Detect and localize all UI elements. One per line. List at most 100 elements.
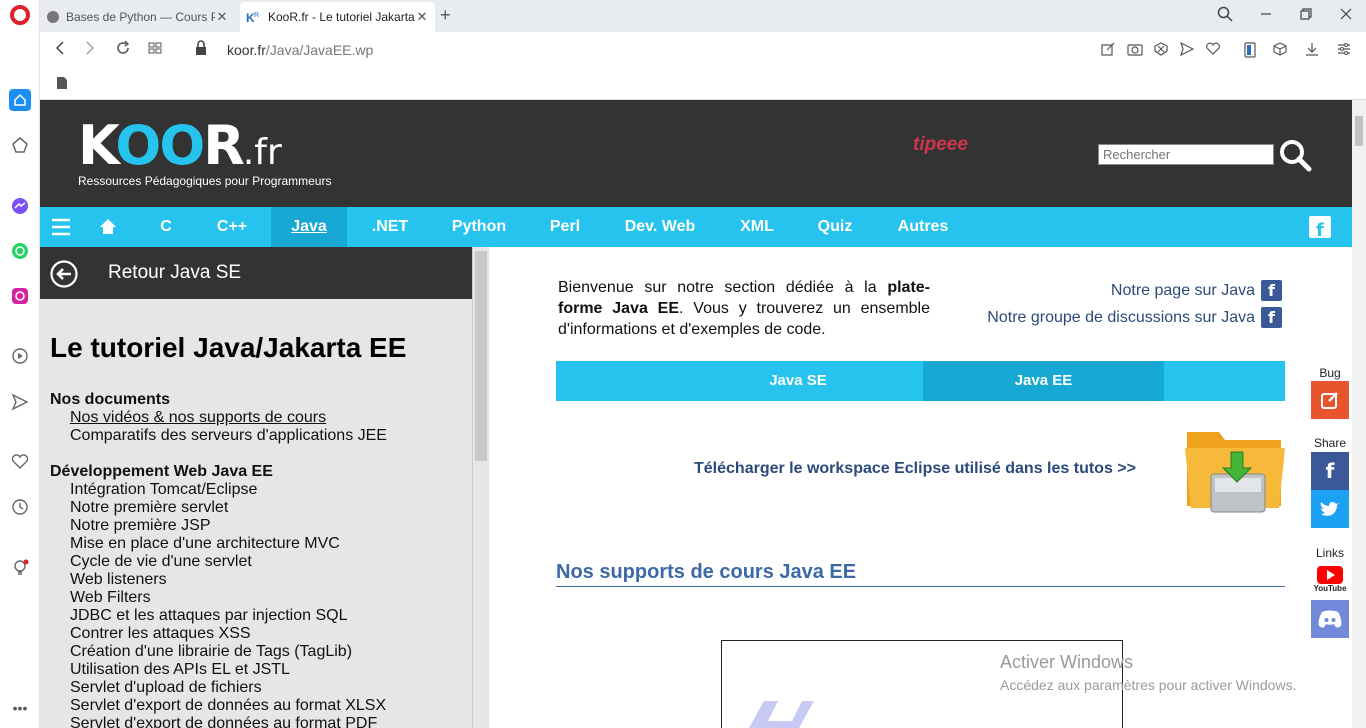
speed-dial-icon[interactable] bbox=[9, 134, 31, 156]
nav-quiz[interactable]: Quiz bbox=[810, 207, 860, 247]
nav-xml[interactable]: XML bbox=[733, 207, 781, 247]
close-icon[interactable]: ✕ bbox=[415, 9, 429, 25]
web-page: KOOR.fr Ressources Pédagogiques pour Pro… bbox=[40, 100, 1352, 728]
youtube-link[interactable]: YouTube bbox=[1311, 562, 1349, 596]
nav-devweb[interactable]: Dev. Web bbox=[618, 207, 702, 247]
reload-icon[interactable] bbox=[115, 40, 131, 61]
bug-report-button[interactable] bbox=[1311, 381, 1349, 419]
facebook-icon[interactable]: f bbox=[1308, 207, 1332, 247]
svg-text:R: R bbox=[254, 12, 259, 19]
nav-cpp[interactable]: C++ bbox=[208, 207, 256, 247]
whatsapp-icon[interactable] bbox=[9, 240, 31, 262]
group-heading: Développement Web Java EE bbox=[50, 463, 273, 480]
back-icon[interactable] bbox=[52, 40, 68, 61]
page-title: Le tutoriel Java/Jakarta EE bbox=[50, 332, 407, 363]
course-preview-graphic bbox=[744, 697, 814, 728]
menu-link[interactable]: Intégration Tomcat/Eclipse bbox=[50, 481, 387, 499]
more-icon[interactable]: ••• bbox=[9, 697, 31, 719]
tab-title: KooR.fr - Le tutoriel Jakarta EE bbox=[268, 10, 415, 24]
menu-link[interactable]: Utilisation des APIs EL et JSTL bbox=[50, 661, 387, 679]
bug-label: Bug bbox=[1319, 366, 1341, 380]
nav-c[interactable]: C bbox=[150, 207, 182, 247]
search-icon[interactable] bbox=[1278, 138, 1312, 172]
edit-page-icon[interactable] bbox=[1101, 42, 1115, 59]
bookmark-heart-icon[interactable] bbox=[1206, 42, 1220, 59]
new-tab-button[interactable]: + bbox=[440, 5, 451, 26]
instagram-icon[interactable] bbox=[9, 285, 31, 307]
lock-icon[interactable] bbox=[194, 40, 208, 61]
url-path: /Java/JavaEE.wp bbox=[265, 42, 374, 58]
menu-link[interactable]: JDBC et les attaques par injection SQL bbox=[50, 607, 387, 625]
tabs-grid-icon[interactable] bbox=[147, 40, 163, 61]
tab-koor[interactable]: KR KooR.fr - Le tutoriel Jakarta EE ✕ bbox=[240, 2, 435, 32]
opera-sidebar: ••• bbox=[0, 0, 40, 728]
send-page-icon[interactable] bbox=[1179, 41, 1195, 59]
home-icon[interactable] bbox=[97, 207, 119, 247]
download-workspace-link[interactable]: Télécharger le workspace Eclipse utilisé… bbox=[694, 460, 1136, 478]
back-arrow-icon[interactable] bbox=[50, 260, 78, 288]
nav-java[interactable]: Java bbox=[271, 207, 347, 247]
menu-icon[interactable] bbox=[50, 207, 72, 247]
lightbulb-icon[interactable] bbox=[9, 557, 31, 579]
tab-java-se[interactable]: Java SE bbox=[678, 361, 918, 401]
menu-link[interactable]: Servlet d'export de données au format XL… bbox=[50, 697, 387, 715]
adblock-icon[interactable] bbox=[1154, 42, 1168, 59]
home-icon[interactable] bbox=[9, 89, 31, 111]
menu-link[interactable]: Notre première servlet bbox=[50, 499, 387, 517]
menu-link[interactable]: Nos vidéos & nos supports de cours bbox=[50, 409, 387, 427]
minimize-icon[interactable] bbox=[1258, 6, 1274, 26]
facebook-share-button[interactable]: f bbox=[1311, 452, 1349, 490]
send-icon[interactable] bbox=[9, 391, 31, 413]
tipeee-logo[interactable]: tipeee bbox=[913, 134, 968, 156]
nav-perl[interactable]: Perl bbox=[543, 207, 587, 247]
download-icon[interactable] bbox=[1305, 42, 1319, 59]
left-panel-scrollbar[interactable] bbox=[472, 247, 489, 728]
search-input[interactable] bbox=[1098, 144, 1274, 165]
camera-icon[interactable] bbox=[1127, 42, 1143, 59]
menu-link[interactable]: Servlet d'upload de fichiers bbox=[50, 679, 387, 697]
url-field[interactable]: koor.fr/Java/JavaEE.wp bbox=[227, 42, 373, 58]
site-logo[interactable]: KOOR.fr Ressources Pédagogiques pour Pro… bbox=[78, 118, 331, 189]
download-folder-icon[interactable] bbox=[1183, 424, 1287, 519]
restore-icon[interactable] bbox=[1298, 6, 1314, 26]
history-icon[interactable] bbox=[9, 496, 31, 518]
menu-link[interactable]: Web Filters bbox=[50, 589, 387, 607]
menu-link[interactable]: Contrer les attaques XSS bbox=[50, 625, 387, 643]
forward-icon[interactable] bbox=[82, 40, 98, 61]
back-to-java-se[interactable]: Retour Java SE bbox=[40, 247, 472, 299]
nav-python[interactable]: Python bbox=[444, 207, 514, 247]
address-bar: koor.fr/Java/JavaEE.wp bbox=[40, 32, 1366, 68]
fb-page-link[interactable]: Notre page sur Java f bbox=[987, 277, 1282, 304]
document-icon[interactable] bbox=[56, 76, 68, 95]
battery-saver-icon[interactable] bbox=[1243, 42, 1257, 61]
close-window-icon[interactable] bbox=[1338, 6, 1354, 26]
koor-favicon-icon: KR bbox=[246, 11, 259, 24]
nav-autres[interactable]: Autres bbox=[890, 207, 956, 247]
twitter-share-button[interactable] bbox=[1311, 490, 1349, 528]
heart-icon[interactable] bbox=[9, 451, 31, 473]
group-heading: Nos documents bbox=[50, 391, 171, 408]
tab-java-ee[interactable]: Java EE bbox=[923, 361, 1164, 401]
youtube-icon bbox=[1317, 565, 1343, 584]
tab-title: Bases de Python — Cours Python bbox=[66, 10, 215, 24]
easy-setup-icon[interactable] bbox=[1337, 42, 1351, 59]
extensions-cube-icon[interactable] bbox=[1273, 42, 1287, 59]
menu-link[interactable]: Web listeners bbox=[50, 571, 387, 589]
page-scrollbar[interactable] bbox=[1352, 100, 1366, 728]
search-tabs-icon[interactable] bbox=[1217, 6, 1233, 26]
menu-link[interactable]: Mise en place d'une architecture MVC bbox=[50, 535, 387, 553]
menu-link[interactable]: Notre première JSP bbox=[50, 517, 387, 535]
menu-link[interactable]: Cycle de vie d'une servlet bbox=[50, 553, 387, 571]
messenger-icon[interactable] bbox=[9, 195, 31, 217]
menu-link[interactable]: Comparatifs des serveurs d'applications … bbox=[50, 427, 387, 445]
menu-link[interactable]: Création d'une librairie de Tags (TagLib… bbox=[50, 643, 387, 661]
player-icon[interactable] bbox=[9, 345, 31, 367]
menu-link[interactable]: Servlet d'export de données au format PD… bbox=[50, 715, 387, 728]
discord-link[interactable] bbox=[1311, 600, 1349, 638]
tab-python[interactable]: Bases de Python — Cours Python ✕ bbox=[40, 2, 235, 32]
fb-group-link[interactable]: Notre groupe de discussions sur Java f bbox=[987, 304, 1282, 331]
svg-text:f: f bbox=[1316, 220, 1324, 241]
nav-dotnet[interactable]: .NET bbox=[364, 207, 416, 247]
close-icon[interactable]: ✕ bbox=[215, 9, 229, 25]
opera-logo-icon[interactable] bbox=[9, 4, 31, 26]
